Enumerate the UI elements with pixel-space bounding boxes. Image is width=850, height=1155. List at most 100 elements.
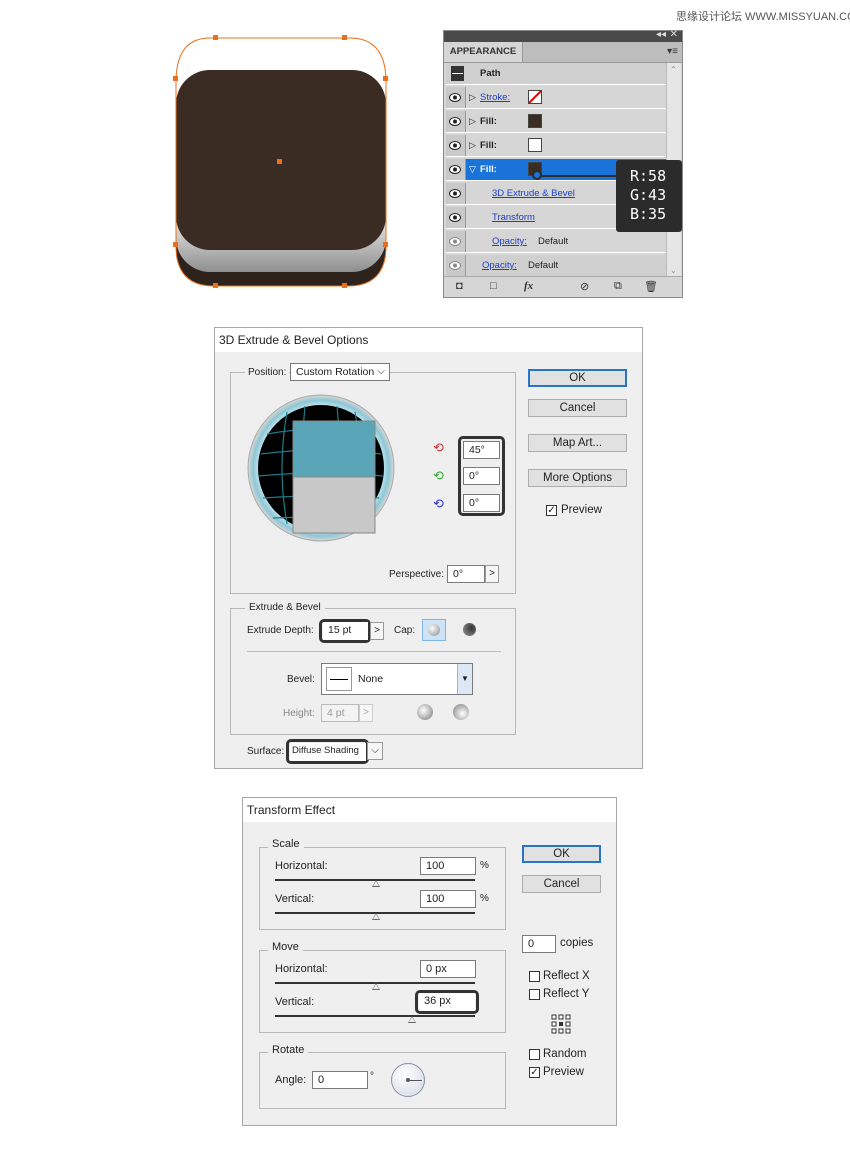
preview-label: Preview — [543, 1066, 584, 1078]
panel-menu-icon[interactable]: ▾≡ — [667, 46, 678, 57]
rotate-y-field[interactable]: 0° — [463, 467, 500, 485]
tooltip-pointer — [535, 175, 617, 177]
map-art-button[interactable]: Map Art... — [528, 434, 627, 452]
fx-icon[interactable]: fx — [524, 280, 533, 292]
copies-field[interactable]: 0 — [522, 935, 556, 953]
random-checkbox[interactable] — [529, 1049, 540, 1060]
add-fill-icon[interactable]: □ — [490, 280, 497, 292]
visibility-eye-icon[interactable] — [446, 135, 466, 156]
tab-appearance[interactable]: APPEARANCE — [444, 42, 523, 62]
angle-dial[interactable] — [391, 1063, 425, 1097]
height-field[interactable]: 4 pt — [321, 704, 359, 722]
scroll-up-icon[interactable]: ⌃ — [670, 65, 677, 74]
visibility-eye-icon[interactable] — [446, 87, 466, 108]
close-icon[interactable]: ✕ — [670, 29, 678, 40]
reflect-x-checkbox[interactable] — [529, 971, 540, 982]
opacity-link[interactable]: Opacity: — [492, 236, 527, 247]
bevel-out-icon[interactable] — [417, 704, 433, 720]
path-thumbnail-icon — [451, 66, 464, 81]
visibility-eye-icon[interactable] — [446, 159, 466, 180]
perspective-stepper[interactable]: > — [485, 565, 499, 583]
extrude-dialog: 3D Extrude & Bevel Options Position: Cus… — [214, 327, 643, 769]
scale-horizontal-label: Horizontal: — [275, 860, 328, 872]
cap-on-button[interactable] — [422, 619, 446, 641]
opacity-link[interactable]: Opacity: — [482, 260, 517, 271]
percent-label: % — [480, 860, 489, 871]
more-options-button[interactable]: More Options — [528, 469, 627, 487]
tooltip-r: R:58 — [630, 167, 667, 185]
opacity-row-outer[interactable]: Opacity: Default — [446, 255, 666, 277]
slider-thumb[interactable] — [372, 880, 380, 887]
chevron-down-icon[interactable]: ⌵ — [367, 742, 383, 760]
chevron-down-icon: ⌵ — [377, 366, 385, 377]
angle-field[interactable]: 0 — [312, 1071, 368, 1089]
transform-effect-link[interactable]: Transform — [492, 212, 535, 223]
rotate-x-field[interactable]: 45° — [463, 441, 500, 459]
collapse-icon[interactable]: ◂◂ — [656, 29, 666, 40]
expand-triangle-icon[interactable]: ▷ — [469, 140, 476, 151]
bevel-in-icon[interactable] — [453, 704, 469, 720]
fill-swatch-white[interactable] — [528, 138, 542, 152]
visibility-eye-icon[interactable] — [446, 111, 466, 132]
extrude-effect-link[interactable]: 3D Extrude & Bevel — [492, 188, 575, 199]
fill-swatch-dark[interactable] — [528, 114, 542, 128]
move-vertical-slider[interactable] — [275, 1015, 475, 1017]
bevel-label: Bevel: — [287, 674, 315, 685]
collapse-triangle-icon[interactable]: ▽ — [469, 164, 476, 175]
clear-appearance-icon[interactable]: ⊘ — [580, 280, 589, 293]
add-stroke-icon[interactable]: ◘ — [456, 280, 463, 292]
preview-checkbox[interactable]: ✓ — [529, 1067, 540, 1078]
cap-off-icon[interactable] — [463, 623, 476, 636]
rotate-x-icon: ⟲ — [433, 440, 444, 455]
surface-select[interactable]: Diffuse Shading — [290, 743, 366, 761]
chevron-down-icon: ▼ — [457, 664, 472, 694]
slider-thumb[interactable] — [408, 1016, 416, 1023]
scale-vertical-field[interactable]: 100 — [420, 890, 476, 908]
reference-point-icon[interactable] — [551, 1014, 571, 1034]
expand-triangle-icon[interactable]: ▷ — [469, 116, 476, 127]
scroll-down-icon[interactable]: ⌄ — [670, 266, 677, 275]
random-label: Random — [543, 1048, 587, 1060]
rotate-z-icon: ⟲ — [433, 496, 444, 511]
fill-row[interactable]: ▷ Fill: — [446, 135, 666, 157]
fill-row[interactable]: ▷ Fill: — [446, 111, 666, 133]
visibility-eye-icon[interactable] — [446, 231, 466, 252]
path-row[interactable]: Path — [446, 63, 666, 85]
cancel-button[interactable]: Cancel — [522, 875, 601, 893]
bevel-select[interactable]: None ▼ — [321, 663, 473, 695]
rotate-z-field[interactable]: 0° — [463, 494, 500, 512]
cancel-button[interactable]: Cancel — [528, 399, 627, 417]
stroke-row[interactable]: ▷ Stroke: — [446, 87, 666, 109]
ok-button[interactable]: OK — [522, 845, 601, 863]
extrude-depth-field[interactable]: 15 pt — [323, 622, 368, 640]
expand-triangle-icon[interactable]: ▷ — [469, 92, 476, 103]
reflect-y-checkbox[interactable] — [529, 989, 540, 1000]
stroke-link[interactable]: Stroke: — [480, 92, 510, 103]
scale-label: Scale — [268, 838, 304, 850]
opacity-row-inner[interactable]: Opacity: Default — [446, 231, 666, 253]
visibility-eye-icon[interactable] — [446, 207, 466, 228]
height-stepper[interactable]: > — [359, 704, 373, 722]
slider-thumb[interactable] — [372, 913, 380, 920]
perspective-field[interactable]: 0° — [447, 565, 485, 583]
slider-thumb[interactable] — [372, 983, 380, 990]
visibility-eye-icon[interactable] — [446, 183, 466, 204]
rotation-track-cube[interactable] — [247, 394, 395, 542]
watermark-text: 思缘设计论坛 WWW.MISSYUAN.COM — [676, 11, 850, 23]
visibility-eye-icon[interactable] — [446, 255, 466, 276]
surface-label: Surface: — [247, 746, 285, 757]
preview-checkbox[interactable]: ✓ — [546, 505, 557, 516]
move-vertical-label: Vertical: — [275, 996, 315, 1008]
position-select[interactable]: Custom Rotation ⌵ — [290, 363, 390, 381]
stroke-swatch[interactable] — [528, 90, 542, 104]
panel-titlebar[interactable]: ◂◂ ✕ — [444, 29, 682, 42]
move-vertical-field[interactable]: 36 px — [419, 993, 475, 1011]
delete-item-icon[interactable]: 🗑 — [644, 280, 658, 293]
move-horizontal-label: Horizontal: — [275, 963, 328, 975]
scale-horizontal-field[interactable]: 100 — [420, 857, 476, 875]
ok-button[interactable]: OK — [528, 369, 627, 387]
extrude-depth-stepper[interactable]: > — [370, 622, 384, 640]
move-horizontal-field[interactable]: 0 px — [420, 960, 476, 978]
duplicate-item-icon[interactable]: ⧉ — [614, 280, 622, 293]
icon-artwork — [173, 35, 388, 288]
